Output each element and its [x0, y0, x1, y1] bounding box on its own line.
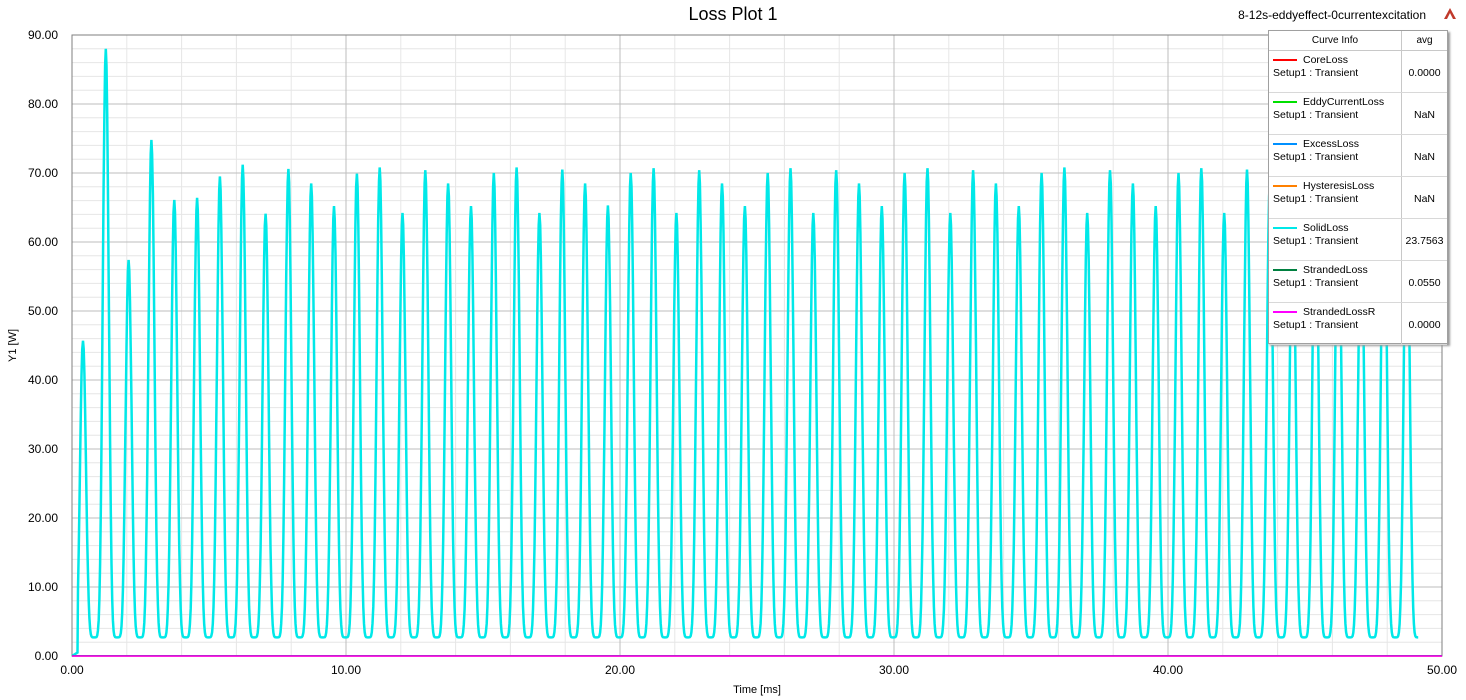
y-tick-label: 80.00: [28, 97, 58, 111]
legend-avg-cell: 0.0000: [1401, 302, 1447, 345]
plot-frame: [71, 34, 1443, 657]
legend-swatch: [1273, 227, 1297, 230]
x-tick-label: 40.00: [1153, 663, 1183, 677]
legend-curve-info: SolidLoss Setup1 : Transient: [1269, 218, 1402, 261]
legend-avg-cell: NaN: [1401, 134, 1447, 177]
legend-series-name: SolidLoss: [1303, 222, 1349, 234]
y-tick-label: 50.00: [28, 304, 58, 318]
legend-avg-value: NaN: [1413, 109, 1435, 121]
legend-row[interactable]: HysteresisLoss Setup1 : Transient NaN: [1269, 176, 1447, 219]
legend-curve-info: ExcessLoss Setup1 : Transient: [1269, 134, 1402, 177]
x-tick-label: 50.00: [1427, 663, 1457, 677]
legend-swatch: [1273, 269, 1297, 272]
y-tick-label: 90.00: [28, 28, 58, 42]
legend-series-name: HysteresisLoss: [1303, 180, 1375, 192]
y-tick-label: 20.00: [28, 511, 58, 525]
x-axis-label: Time [ms]: [733, 684, 781, 696]
legend-swatch: [1273, 59, 1297, 62]
legend-header-avg: avg: [1401, 31, 1447, 51]
legend-avg-value: 0.0550: [1408, 277, 1441, 289]
legend-avg-value: 23.7563: [1405, 235, 1444, 247]
legend-curve-info: StrandedLossR Setup1 : Transient: [1269, 302, 1402, 345]
y-tick-label: 70.00: [28, 166, 58, 180]
legend-curve-info: CoreLoss Setup1 : Transient: [1269, 50, 1402, 93]
y-axis-label: Y1 [W]: [7, 329, 19, 362]
y-tick-label: 10.00: [28, 580, 58, 594]
x-tick-label: 10.00: [331, 663, 361, 677]
legend-curve-info: HysteresisLoss Setup1 : Transient: [1269, 176, 1402, 219]
legend-swatch: [1273, 185, 1297, 188]
legend-avg-value: NaN: [1413, 193, 1435, 205]
legend-row[interactable]: CoreLoss Setup1 : Transient 0.0000: [1269, 50, 1447, 93]
legend-avg-cell: NaN: [1401, 92, 1447, 135]
x-tick-label: 0.00: [60, 663, 84, 677]
legend-series-name: CoreLoss: [1303, 54, 1348, 66]
legend-series-name: StrandedLoss: [1303, 264, 1368, 276]
legend-avg-cell: 0.0000: [1401, 50, 1447, 93]
legend-curve-info: StrandedLoss Setup1 : Transient: [1269, 260, 1402, 303]
legend-row[interactable]: ExcessLoss Setup1 : Transient NaN: [1269, 134, 1447, 177]
legend-setup: Setup1 : Transient: [1273, 235, 1359, 247]
plot-area[interactable]: 0.00 10.00 20.00 30.00 40.00 50.00 0.00 10.00 20…: [0, 0, 1466, 700]
legend-setup: Setup1 : Transient: [1273, 319, 1359, 331]
legend-avg-value: 0.0000: [1408, 319, 1441, 331]
legend-avg-value: 0.0000: [1408, 67, 1441, 79]
legend-setup: Setup1 : Transient: [1273, 109, 1359, 121]
legend-header-curve-info: Curve Info: [1269, 31, 1402, 51]
legend-row[interactable]: SolidLoss Setup1 : Transient 23.7563: [1269, 218, 1447, 261]
legend-setup: Setup1 : Transient: [1273, 277, 1359, 289]
legend-row[interactable]: EddyCurrentLoss Setup1 : Transient NaN: [1269, 92, 1447, 135]
x-tick-label: 20.00: [605, 663, 635, 677]
legend-avg-value: NaN: [1413, 151, 1435, 163]
legend-avg-cell: 23.7563: [1401, 218, 1447, 261]
y-tick-label: 60.00: [28, 235, 58, 249]
y-tick-label: 0.00: [35, 649, 59, 663]
x-tick-label: 30.00: [879, 663, 909, 677]
legend-row[interactable]: StrandedLossR Setup1 : Transient 0.0000: [1269, 302, 1447, 345]
legend[interactable]: Curve Info avg CoreLoss Setup1 : Transien…: [1268, 30, 1448, 345]
y-tick-label: 30.00: [28, 442, 58, 456]
legend-swatch: [1273, 143, 1297, 146]
legend-curve-info: EddyCurrentLoss Setup1 : Transient: [1269, 92, 1402, 135]
legend-setup: Setup1 : Transient: [1273, 193, 1359, 205]
legend-swatch: [1273, 311, 1297, 314]
grid: [71, 34, 1443, 657]
legend-avg-cell: 0.0550: [1401, 260, 1447, 303]
legend-setup: Setup1 : Transient: [1273, 67, 1359, 79]
y-tick-label: 40.00: [28, 373, 58, 387]
legend-avg-cell: NaN: [1401, 176, 1447, 219]
legend-swatch: [1273, 101, 1297, 104]
legend-series-name: EddyCurrentLoss: [1303, 96, 1385, 108]
legend-setup: Setup1 : Transient: [1273, 151, 1359, 163]
legend-series-name: StrandedLossR: [1303, 306, 1376, 318]
legend-series-name: ExcessLoss: [1303, 138, 1360, 150]
legend-row[interactable]: StrandedLoss Setup1 : Transient 0.0550: [1269, 260, 1447, 303]
